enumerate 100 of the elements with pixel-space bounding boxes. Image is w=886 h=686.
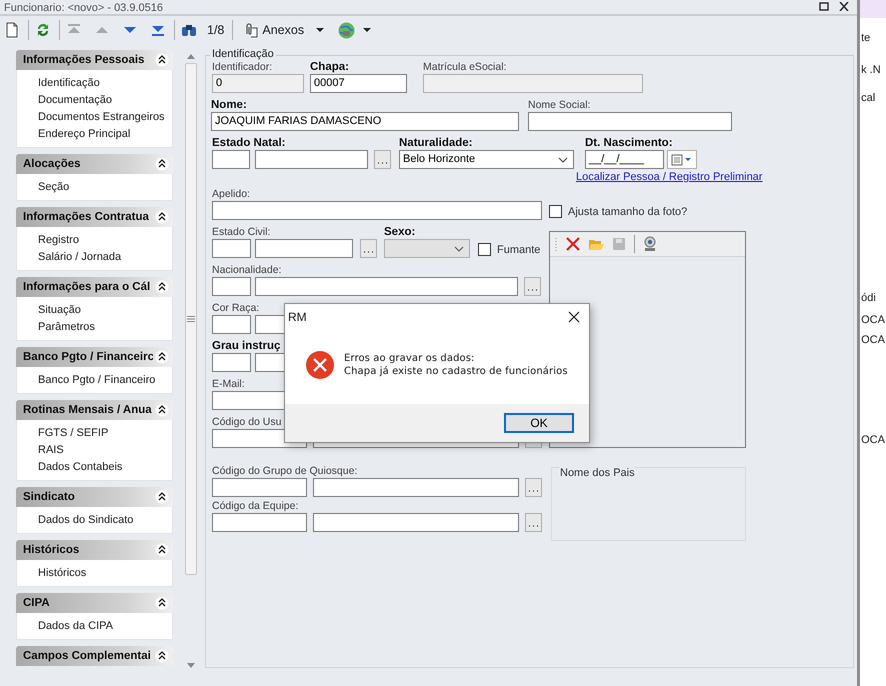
chevron-down-icon [558,156,568,162]
binoculars-icon[interactable] [181,22,197,38]
field-label: Estado Civil: [212,225,270,239]
section-header[interactable]: Campos Complementai [16,646,173,666]
field-label: Matrícula eSocial: [423,60,506,74]
restore-icon[interactable] [819,2,830,11]
text-field[interactable] [212,478,307,497]
collapse-icon[interactable] [155,543,169,557]
section-header[interactable]: Informações Pessoais [16,50,173,70]
section-header[interactable]: Alocações [16,154,173,174]
field-label: Estado Natal: [212,136,286,150]
sidebar-item[interactable]: Salário / Jornada [38,249,172,266]
sidebar-item[interactable]: FGTS / SEFIP [38,425,172,442]
table-cell: cal [861,92,876,104]
dialog-title: RM [288,310,307,324]
calendar-icon [671,154,693,166]
section-header[interactable]: Informações para o Cál [16,277,173,297]
checkbox-label: Ajusta tamanho da foto? [568,206,688,218]
new-document-icon[interactable] [4,22,20,38]
caret-icon[interactable] [363,28,372,32]
checkbox[interactable] [549,205,562,218]
sidebar-item[interactable]: Documentos Estrangeiros [38,109,172,126]
section-header[interactable]: Históricos [16,540,173,560]
sidebar-item[interactable]: Documentação [38,92,172,109]
collapse-icon[interactable] [155,157,169,171]
group-title: Nome dos Pais [560,467,635,479]
field-label: Código do Grupo de Quiosque: [212,464,358,478]
chevron-down-icon [454,246,464,252]
text-field[interactable] [212,239,251,258]
sidebar-item[interactable]: RAIS [38,442,172,459]
text-field[interactable] [528,112,732,131]
table-cell: te [861,32,870,44]
collapse-icon[interactable] [155,649,169,663]
calendar-button[interactable] [667,150,697,169]
text-field[interactable] [255,239,353,258]
field-label: Código do Usu [212,415,282,429]
collapse-icon[interactable] [155,53,169,67]
sidebar-item[interactable]: Registro [38,232,172,249]
table-cell: k .N [861,64,881,76]
sidebar-item[interactable]: Situação [38,302,172,319]
attachments-button[interactable]: Anexos [239,22,308,38]
text-field[interactable] [212,353,251,372]
link[interactable]: Localizar Pessoa / Registro Preliminar [576,171,762,183]
checkbox[interactable] [478,243,491,256]
sidebar-item[interactable]: Identificação [38,75,172,92]
collapse-icon[interactable] [155,403,169,417]
table-cell: OCA [861,434,885,446]
close-icon[interactable] [839,2,850,11]
scroll-up-icon[interactable] [187,54,195,59]
sidebar-item[interactable]: Endereço Principal [38,126,172,143]
field-label: Chapa: [310,60,349,74]
field-label: Grau instruç [212,339,280,353]
record-counter: 1/8 [207,23,224,37]
text-field[interactable] [313,513,519,532]
checkbox-label: Fumante [497,244,540,256]
table-cell: ódi [861,292,876,304]
collapse-icon[interactable] [155,350,169,364]
field-label: Nacionalidade: [212,263,282,277]
field-label: E-Mail: [212,377,245,391]
field-label: Dt. Nascimento: [585,136,673,150]
ok-button[interactable]: OK [504,413,574,433]
table-cell: OCA [861,334,885,346]
text-field[interactable] [313,478,519,497]
text-field[interactable]: 00007 [310,74,407,93]
text-field[interactable] [212,277,251,296]
refresh-icon[interactable] [35,22,51,38]
collapse-icon[interactable] [155,490,169,504]
dropdown[interactable]: Belo Horizonte [399,150,574,169]
text-field[interactable] [212,150,250,169]
error-icon [305,350,335,380]
field-label: Cor Raça: [212,301,260,315]
text-field[interactable] [255,277,518,296]
text-field[interactable] [255,150,368,169]
delete-icon[interactable] [565,236,581,252]
text-field[interactable]: JOAQUIM FARIAS DAMASCENO [211,112,519,131]
webcam-icon[interactable] [642,236,658,252]
section-header[interactable]: CIPA [16,593,173,613]
date-field[interactable]: __/__/____ [585,150,664,169]
text-field[interactable] [212,315,251,334]
caret-icon[interactable] [316,28,324,32]
scrollbar-thumb[interactable] [185,63,197,575]
window-titlebar [860,0,886,18]
collapse-icon[interactable] [155,280,169,294]
text-field[interactable] [212,513,307,532]
error-message: Chapa já existe no cadastro de funcionários [344,365,568,378]
section-header[interactable]: Informações Contratua [16,207,173,227]
globe-icon[interactable] [338,22,356,38]
collapse-icon[interactable] [155,210,169,224]
sidebar-item[interactable]: Parâmetros [38,319,172,336]
field-label: Naturalidade: [399,136,472,150]
sidebar-item[interactable]: Dados Contabeis [38,459,172,476]
error-message: Erros ao gravar os dados: [344,352,476,365]
scroll-down-icon[interactable] [187,663,195,668]
field-label: Nome Social: [528,98,590,112]
close-icon[interactable] [568,311,580,323]
section-header[interactable]: Rotinas Mensais / Anua [16,400,173,420]
text-field[interactable] [212,201,542,220]
field-label: Apelido: [212,187,250,201]
collapse-icon[interactable] [155,596,169,610]
section-header[interactable]: Sindicato [16,487,173,507]
